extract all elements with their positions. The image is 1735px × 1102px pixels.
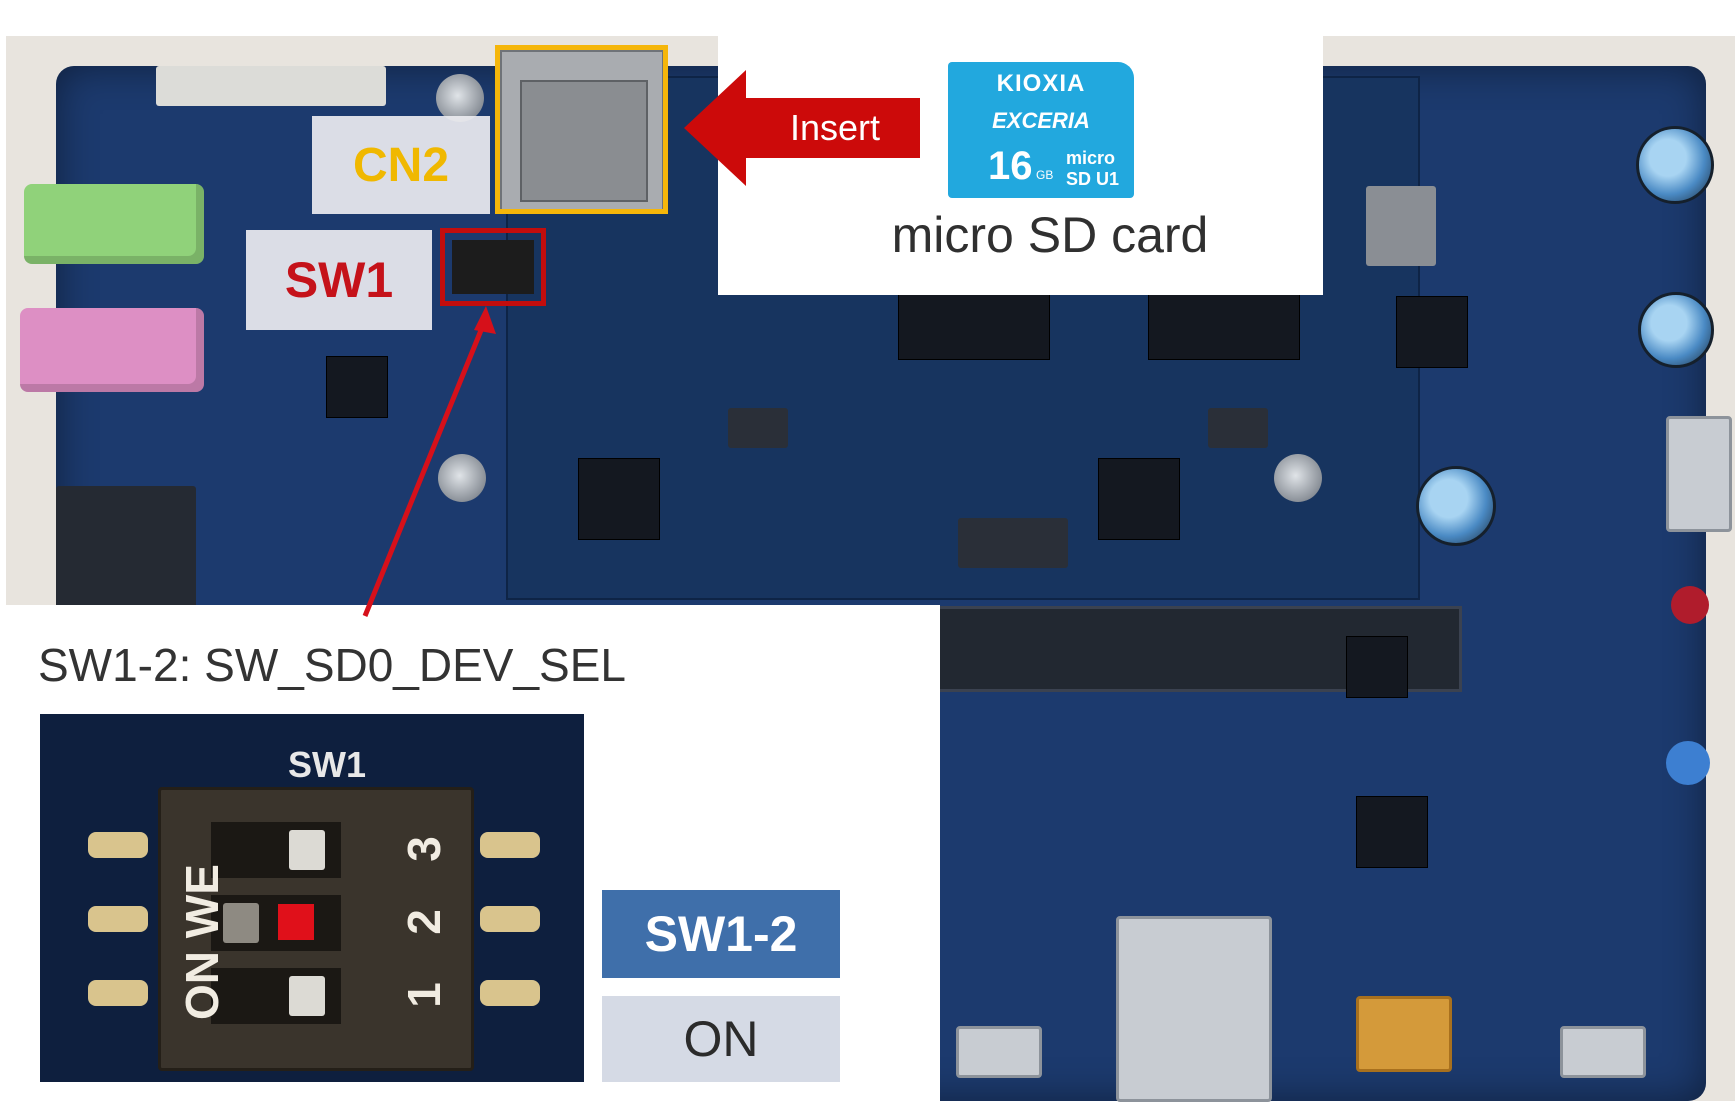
sd-card-series: EXCERIA: [992, 108, 1090, 133]
switch-number-1: 1: [397, 982, 450, 1008]
module-component: [958, 518, 1068, 568]
switch-number-3: 3: [397, 836, 450, 862]
sd-card-caption: micro SD card: [891, 207, 1209, 263]
switch-pin: [88, 906, 148, 932]
inductor: [1366, 186, 1436, 266]
sw1-2-value: ON: [602, 996, 840, 1082]
switch-pin: [480, 980, 540, 1006]
board-chip: [1356, 796, 1428, 868]
switch-pin: [480, 832, 540, 858]
switch-lever-1: [289, 976, 325, 1016]
board-chip: [326, 356, 388, 418]
sd-card-image: KIOXIA EXCERIA 16 GB micro SD U1: [948, 62, 1134, 198]
switch-on-marker: [278, 904, 314, 940]
module-chip: [1098, 458, 1180, 540]
insert-label: Insert: [789, 107, 881, 148]
sd-card-capacity: 16: [988, 144, 1033, 188]
board-chip: [1346, 636, 1408, 698]
switch-detail-title: SW1-2: SW_SD0_DEV_SEL: [38, 639, 627, 691]
switch-pin: [88, 832, 148, 858]
capacitor: [1636, 126, 1714, 204]
micro-usb-port: [1560, 1026, 1646, 1078]
dip-switch-body: ON WE 3 2 1: [158, 787, 474, 1071]
module-chip: [578, 458, 660, 540]
module-component: [728, 408, 788, 448]
sw1-label: SW1: [246, 230, 432, 330]
cn2-highlight-box: [495, 45, 668, 214]
cn2-label: CN2: [312, 116, 490, 214]
module-component: [1208, 408, 1268, 448]
switch-lever-3: [289, 830, 325, 870]
sw1-closeup-photo: SW1 ON WE 3 2 1: [40, 714, 584, 1082]
micro-usb-port: [956, 1026, 1042, 1078]
mount-screw: [436, 74, 484, 122]
switch-track-3: [211, 822, 341, 878]
sd-card-logo: micro SD U1: [1066, 148, 1120, 189]
sd-card-capacity-unit: GB: [1036, 168, 1054, 182]
switch-pin: [480, 906, 540, 932]
usb-port-orange: [1356, 996, 1452, 1072]
usb-c-port: [1666, 416, 1732, 532]
capacitor: [1638, 292, 1714, 368]
switch-number-2: 2: [397, 909, 450, 935]
switch-track-1: [211, 968, 341, 1024]
sd-card-brand: KIOXIA: [996, 70, 1086, 97]
sw1-2-header: SW1-2: [602, 890, 840, 978]
mount-screw: [438, 454, 486, 502]
sw1-silkscreen: SW1: [288, 744, 367, 785]
board-chip: [1396, 296, 1468, 368]
capacitor: [1416, 466, 1496, 546]
power-button: [1671, 586, 1709, 624]
module-chip: [898, 288, 1050, 360]
audio-jack-pink: [20, 308, 204, 392]
usb-a-port: [1116, 916, 1272, 1102]
switch-track-2: [211, 895, 341, 951]
mount-screw: [1274, 454, 1322, 502]
reset-button: [1666, 741, 1710, 785]
switch-on-label: ON WE: [176, 864, 228, 1020]
camera-connector: [156, 66, 386, 106]
sw1-highlight-box: [440, 228, 546, 306]
audio-jack-green: [24, 184, 204, 264]
module-chip: [1148, 288, 1300, 360]
switch-pin: [88, 980, 148, 1006]
